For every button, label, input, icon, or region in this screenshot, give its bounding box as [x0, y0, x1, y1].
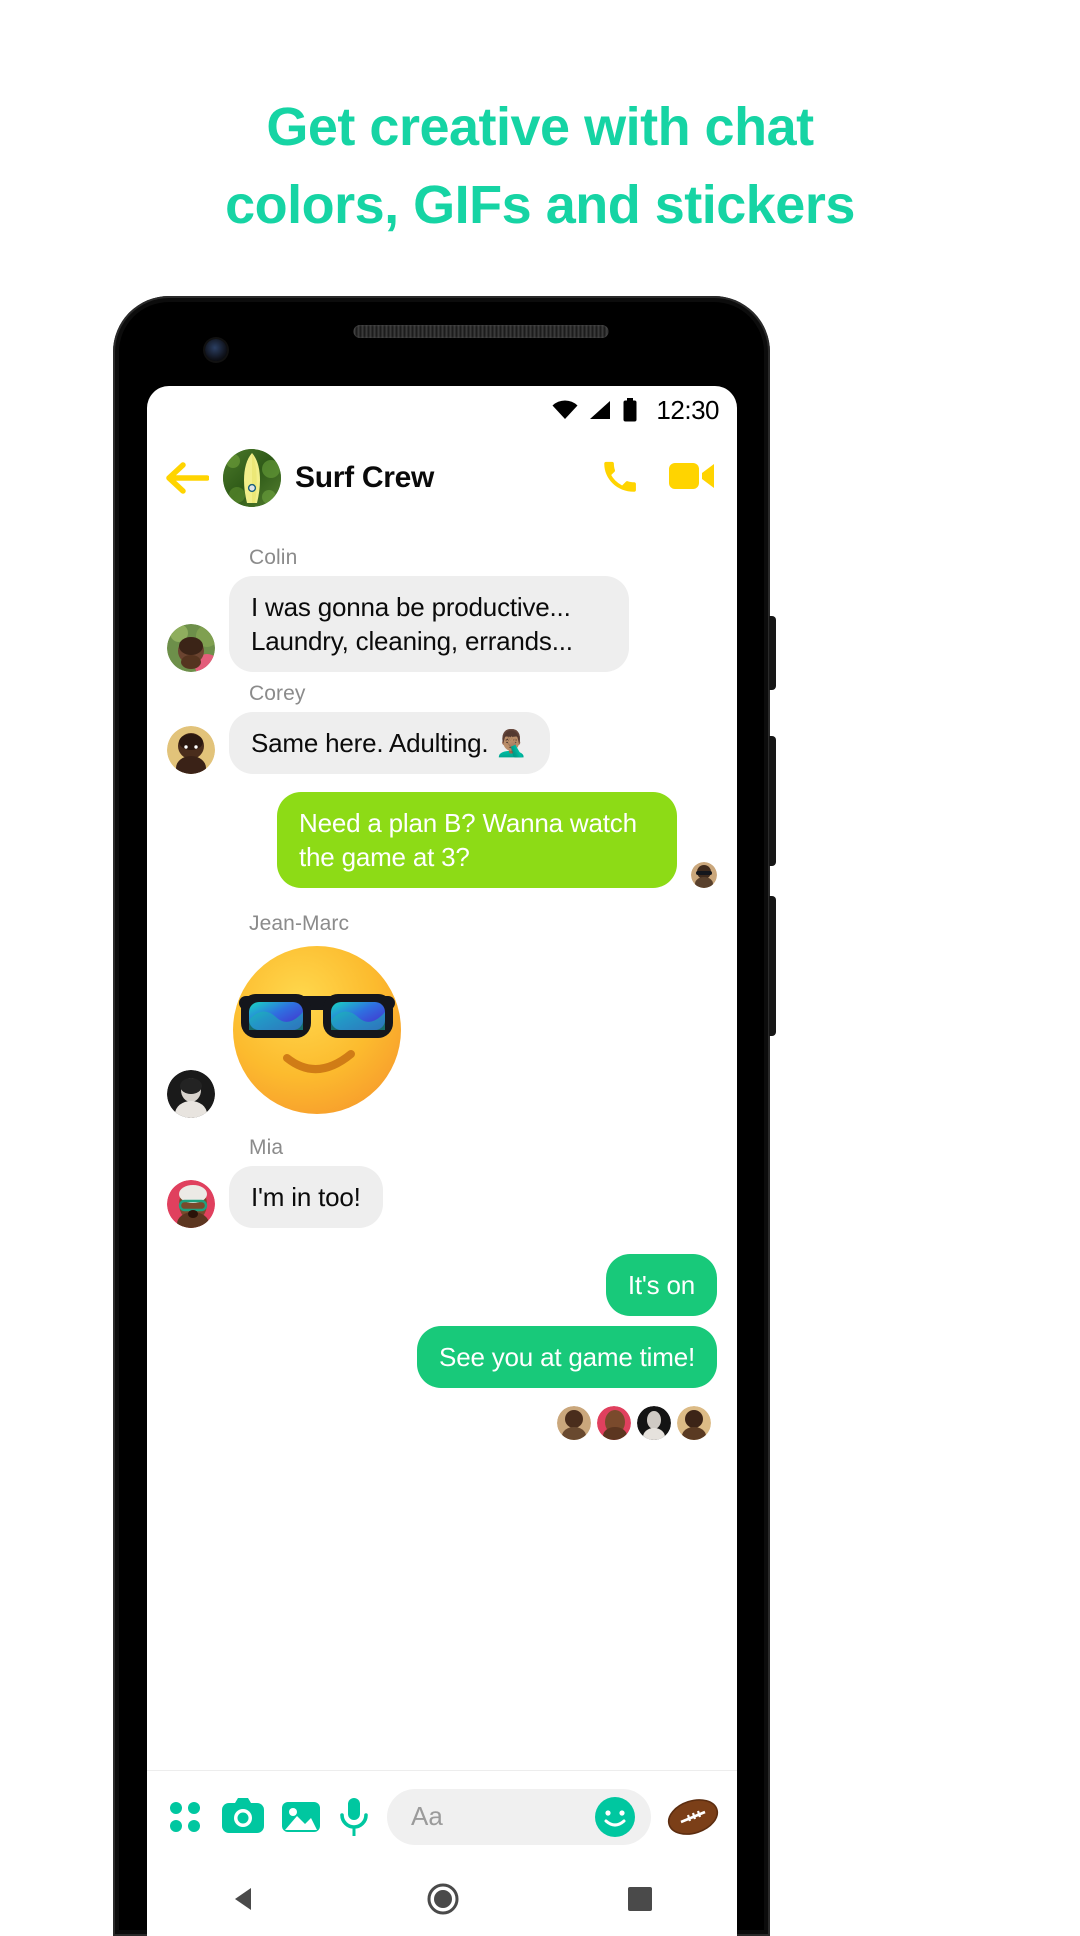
audio-call-icon[interactable] — [599, 455, 641, 502]
thread-title: Surf Crew — [295, 461, 434, 494]
message-row: Need a plan B? Wanna watch the game at 3… — [167, 792, 717, 888]
status-bar: 12:30 — [147, 386, 737, 434]
nav-back-icon[interactable] — [230, 1884, 260, 1914]
sender-name: Mia — [249, 1136, 284, 1159]
message-row: Same here. Adulting. 🤦🏽‍♂️ — [167, 712, 717, 774]
message-bubble[interactable]: Same here. Adulting. 🤦🏽‍♂️ — [229, 712, 550, 774]
status-time: 12:30 — [656, 394, 719, 425]
headline-line-1: Get creative with chat — [266, 97, 814, 157]
thread-avatar[interactable] — [223, 449, 281, 507]
message-composer: Aa — [147, 1770, 737, 1862]
volume-down-button[interactable] — [769, 896, 776, 1036]
read-receipt-avatar — [691, 862, 717, 888]
nav-recents-icon[interactable] — [626, 1885, 654, 1913]
message-bubble[interactable]: I'm in too! — [229, 1166, 383, 1228]
message-input[interactable]: Aa — [387, 1788, 651, 1845]
seen-avatar-4 — [677, 1406, 711, 1440]
message-bubble[interactable]: I was gonna be productive... Laundry, cl… — [229, 576, 629, 672]
promo-headline: Get creative with chat colors, GIFs and … — [0, 88, 1080, 244]
cellular-signal-icon — [588, 400, 612, 420]
nav-home-icon[interactable] — [426, 1882, 460, 1916]
video-call-icon[interactable] — [669, 459, 715, 498]
volume-up-button[interactable] — [769, 736, 776, 866]
sender-name: Jean-Marc — [249, 912, 350, 935]
earpiece-speaker — [353, 325, 609, 338]
seen-avatar-1 — [557, 1406, 591, 1440]
message-bubble[interactable]: It's on — [605, 1254, 717, 1316]
sender-name: Corey — [249, 682, 306, 705]
avatar[interactable] — [167, 1070, 215, 1118]
message-row: See you at game time! — [167, 1326, 717, 1388]
message-list[interactable]: Colin I was gonna be productive... Laund… — [147, 522, 737, 1842]
seen-by-row — [167, 1394, 717, 1440]
battery-icon — [622, 398, 638, 422]
wifi-icon — [552, 400, 578, 420]
message-row — [167, 942, 717, 1118]
football-sticker-icon[interactable] — [667, 1795, 719, 1839]
message-bubble[interactable]: See you at game time! — [417, 1326, 717, 1388]
sender-name: Colin — [249, 546, 298, 569]
sunglasses-smiley-sticker[interactable] — [229, 942, 405, 1118]
message-input-placeholder: Aa — [411, 1801, 443, 1831]
seen-avatar-3 — [637, 1406, 671, 1440]
headline-line-2: colors, GIFs and stickers — [225, 175, 855, 235]
message-row: I was gonna be productive... Laundry, cl… — [167, 576, 717, 672]
message-bubble[interactable]: Need a plan B? Wanna watch the game at 3… — [277, 792, 677, 888]
camera-icon[interactable] — [221, 1797, 265, 1837]
power-button[interactable] — [769, 616, 776, 690]
android-nav-bar — [147, 1862, 737, 1936]
avatar[interactable] — [167, 726, 215, 774]
microphone-icon[interactable] — [337, 1796, 371, 1838]
emoji-icon[interactable] — [593, 1795, 637, 1839]
phone-screen: 12:30 Surf Crew Colin I was gonna be pro… — [147, 386, 737, 1936]
app-grid-icon[interactable] — [165, 1797, 205, 1837]
back-arrow-icon[interactable] — [165, 461, 210, 495]
avatar[interactable] — [167, 624, 215, 672]
phone-mockup: 12:30 Surf Crew Colin I was gonna be pro… — [113, 296, 776, 1936]
conversation-header: Surf Crew — [147, 434, 737, 522]
avatar[interactable] — [167, 1180, 215, 1228]
front-camera-icon — [205, 339, 227, 361]
gallery-icon[interactable] — [281, 1797, 321, 1837]
message-row: I'm in too! — [167, 1166, 717, 1228]
message-row: It's on — [167, 1254, 717, 1316]
seen-avatar-2 — [597, 1406, 631, 1440]
